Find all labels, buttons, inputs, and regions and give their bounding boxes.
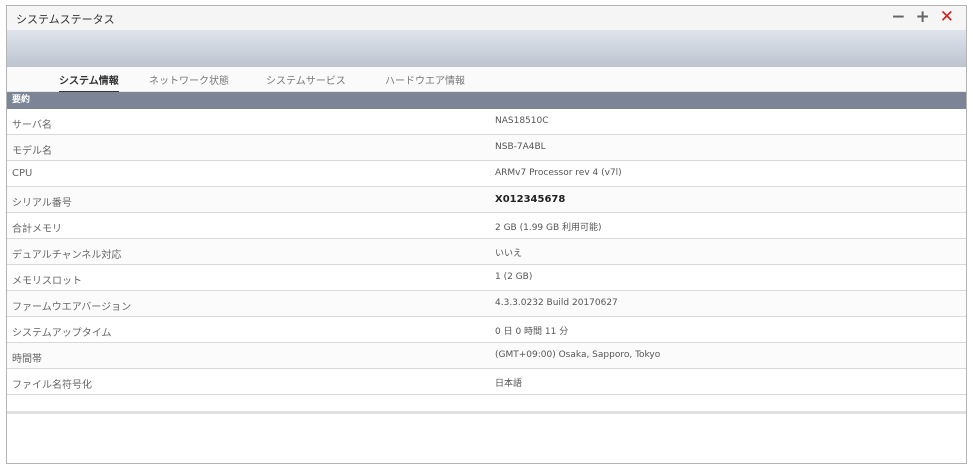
row-value: NAS18510C bbox=[495, 116, 549, 126]
row-label: モデル名 bbox=[12, 146, 52, 157]
toolbar-band bbox=[7, 30, 966, 67]
row-label: 合計メモリ bbox=[12, 224, 62, 235]
row-label: 時間帯 bbox=[12, 354, 42, 365]
table-row: モデル名 NSB-7A4BL bbox=[7, 135, 966, 161]
row-label: サーバ名 bbox=[12, 120, 52, 131]
row-value: いいえ bbox=[495, 249, 523, 259]
section-header-summary: 要約 bbox=[7, 92, 966, 109]
row-label: デュアルチャンネル対応 bbox=[12, 250, 122, 261]
tab-bar: システム情報 ネットワーク状態 システムサービス ハードウエア情報 bbox=[7, 67, 966, 93]
table-row: サーバ名 NAS18510C bbox=[7, 109, 966, 135]
table-row: 合計メモリ 2 GB (1.99 GB 利用可能) bbox=[7, 213, 966, 239]
window-title: システムステータス bbox=[16, 13, 115, 26]
row-value: X012345678 bbox=[495, 194, 566, 205]
table-row: システムアップタイム 0 日 0 時間 11 分 bbox=[7, 317, 966, 343]
row-value: 0 日 0 時間 11 分 bbox=[495, 327, 569, 337]
close-icon[interactable]: ✕ bbox=[940, 7, 954, 27]
tab-system-info[interactable]: システム情報 bbox=[59, 72, 119, 93]
system-status-window: システムステータス − + ✕ システム情報 ネットワーク状態 システムサービス… bbox=[6, 5, 967, 464]
table-row: CPU ARMv7 Processor rev 4 (v7l) bbox=[7, 161, 966, 187]
tab-hardware-info[interactable]: ハードウエア情報 bbox=[385, 72, 465, 87]
row-value: (GMT+09:00) Osaka, Sapporo, Tokyo bbox=[495, 350, 661, 360]
row-label: システムアップタイム bbox=[12, 328, 112, 339]
table-row: メモリスロット 1 (2 GB) bbox=[7, 265, 966, 291]
minimize-icon[interactable]: − bbox=[891, 7, 905, 27]
info-table: サーバ名 NAS18510C モデル名 NSB-7A4BL CPU ARMv7 … bbox=[7, 109, 966, 395]
row-label: シリアル番号 bbox=[12, 198, 72, 209]
table-row: ファイル名符号化 日本語 bbox=[7, 369, 966, 395]
row-value: ARMv7 Processor rev 4 (v7l) bbox=[495, 168, 622, 178]
row-value: 日本語 bbox=[495, 379, 523, 389]
row-label: ファームウエアバージョン bbox=[12, 302, 132, 313]
table-bottom-divider bbox=[7, 411, 966, 414]
row-value: 1 (2 GB) bbox=[495, 272, 533, 282]
window-titlebar: システムステータス − + ✕ bbox=[7, 6, 966, 30]
row-label: CPU bbox=[12, 168, 33, 179]
table-row: 時間帯 (GMT+09:00) Osaka, Sapporo, Tokyo bbox=[7, 343, 966, 369]
table-row: デュアルチャンネル対応 いいえ bbox=[7, 239, 966, 265]
row-value: 2 GB (1.99 GB 利用可能) bbox=[495, 223, 602, 233]
table-row: シリアル番号 X012345678 bbox=[7, 187, 966, 213]
row-value: 4.3.3.0232 Build 20170627 bbox=[495, 298, 618, 308]
window-controls: − + ✕ bbox=[891, 7, 954, 27]
row-label: ファイル名符号化 bbox=[12, 380, 92, 391]
tab-network-status[interactable]: ネットワーク状態 bbox=[149, 72, 229, 87]
row-value: NSB-7A4BL bbox=[495, 142, 546, 152]
maximize-icon[interactable]: + bbox=[916, 7, 930, 27]
tab-system-services[interactable]: システムサービス bbox=[266, 72, 346, 87]
row-label: メモリスロット bbox=[12, 276, 82, 287]
table-row: ファームウエアバージョン 4.3.3.0232 Build 20170627 bbox=[7, 291, 966, 317]
